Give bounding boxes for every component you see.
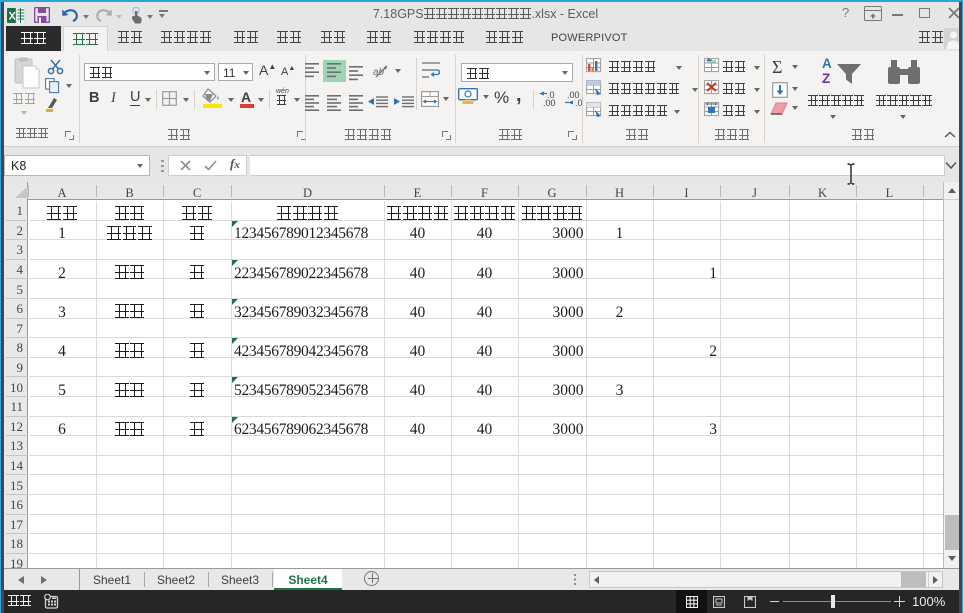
svg-text:.00: .00: [543, 98, 556, 107]
svg-text:ab: ab: [373, 67, 385, 78]
